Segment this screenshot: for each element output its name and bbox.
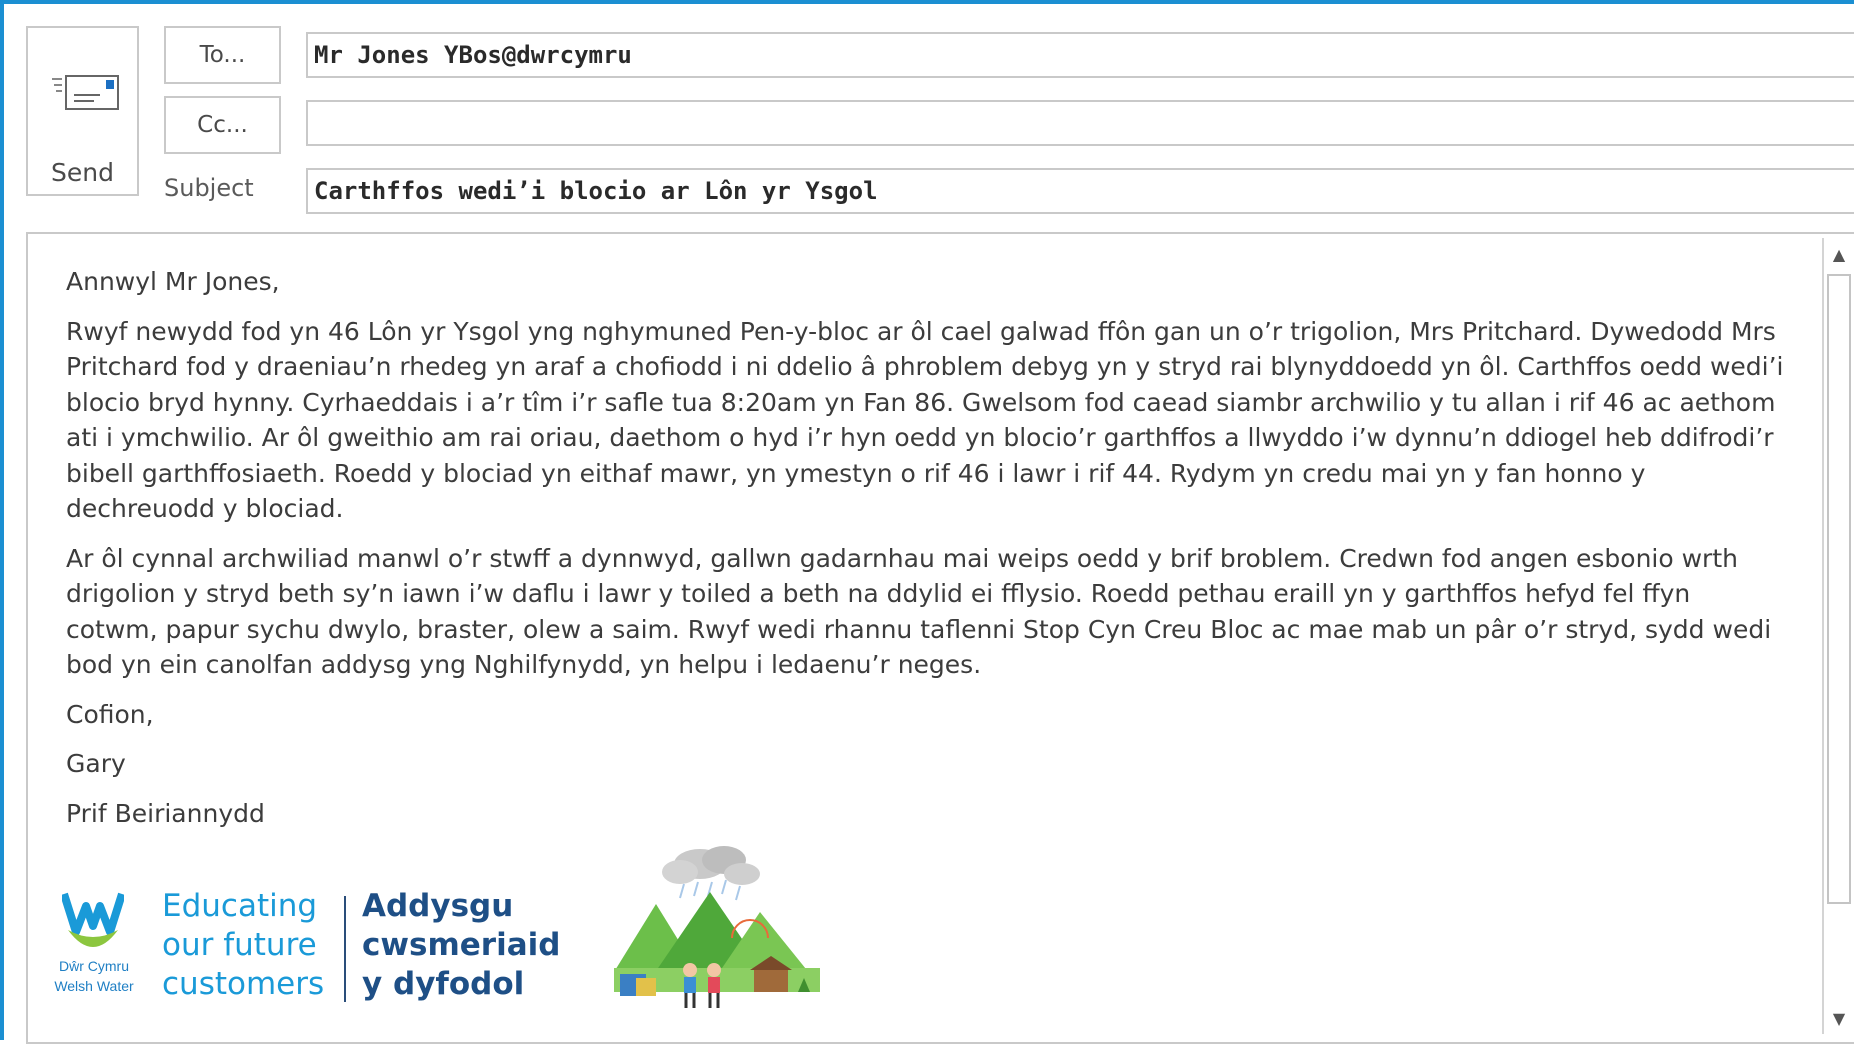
subject-field[interactable]: Carthffos wedi’i blocio ar Lôn yr Ysgol (306, 168, 1854, 214)
vertical-scrollbar[interactable]: ▲ ▼ (1822, 238, 1854, 1034)
brand-line-welsh: Dŵr Cymru (59, 958, 129, 974)
cc-field[interactable] (306, 100, 1854, 146)
paragraph-1: Rwyf newydd fod yn 46 Lôn yr Ysgol yng n… (66, 316, 1784, 524)
to-button[interactable]: To... (164, 26, 281, 84)
signature-divider (344, 896, 346, 1002)
greeting: Annwyl Mr Jones, (66, 267, 280, 296)
brand-line-english: Welsh Water (54, 978, 134, 994)
send-label: Send (51, 158, 114, 187)
arrow-down-icon[interactable]: ▼ (1824, 1004, 1854, 1034)
sender-role: Prif Beiriannydd (66, 798, 265, 828)
arrow-up-icon[interactable]: ▲ (1824, 240, 1854, 270)
envelope-send-icon (52, 75, 119, 110)
welsh-water-logo-mark (62, 892, 124, 947)
welsh-line-3: y dyfodol (362, 966, 525, 1002)
english-line-3: customers (162, 966, 325, 1002)
send-button[interactable]: Send (26, 26, 139, 196)
paragraph-2: Ar ôl cynnal archwiliad manwl o’r stwff … (66, 543, 1772, 680)
subject-label: Subject (164, 174, 254, 202)
sender-name: Gary (66, 749, 126, 778)
compose-window: Send To... Cc... Subject Mr Jones YBos@d… (0, 0, 1854, 1044)
cc-button[interactable]: Cc... (164, 96, 281, 154)
english-line-1: Educating (162, 888, 318, 924)
signature-english: Educating our future customers (162, 887, 324, 1004)
landscape-illustration (614, 846, 820, 1008)
english-line-2: our future (162, 927, 317, 963)
scroll-thumb[interactable] (1827, 274, 1851, 904)
welsh-line-1: Addysgu (362, 888, 514, 924)
signoff: Cofion, (66, 699, 154, 729)
welsh-water-logo: Dŵr Cymru Welsh Water (44, 892, 144, 1002)
to-field[interactable]: Mr Jones YBos@dwrcymru (306, 32, 1854, 78)
message-text: Annwyl Mr Jones, Rwyf newydd fod yn 46 L… (66, 264, 1786, 845)
signature-welsh: Addysgu cwsmeriaid y dyfodol (362, 887, 560, 1004)
welsh-line-2: cwsmeriaid (362, 927, 561, 963)
